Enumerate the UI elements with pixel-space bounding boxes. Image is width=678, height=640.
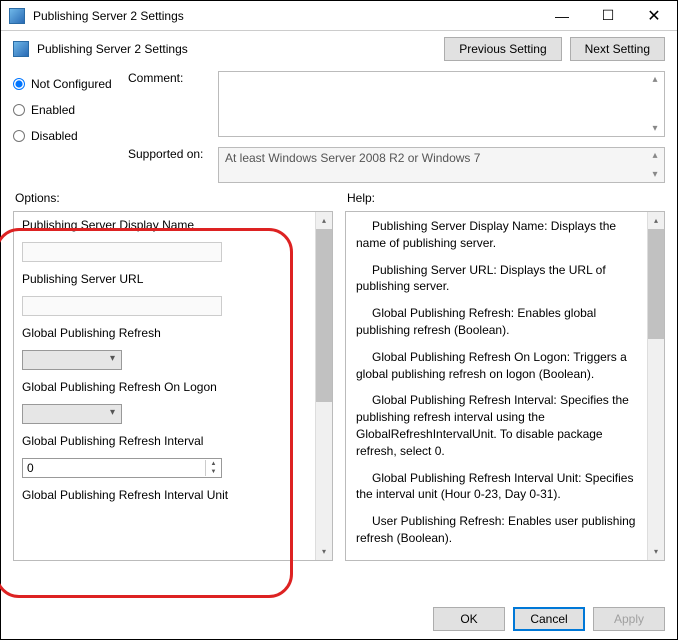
opt-global-refresh-interval-spinner[interactable]: 0 ▲ ▼: [22, 458, 222, 478]
titlebar: Publishing Server 2 Settings — ☐ ✕: [1, 1, 677, 31]
opt-global-refresh-interval-value: 0: [23, 461, 205, 475]
radio-disabled[interactable]: Disabled: [13, 129, 128, 143]
help-p6: Global Publishing Refresh Interval Unit:…: [356, 470, 637, 504]
cancel-button[interactable]: Cancel: [513, 607, 585, 631]
maximize-button[interactable]: ☐: [585, 1, 631, 31]
help-p3: Global Publishing Refresh: Enables globa…: [356, 305, 637, 339]
comment-scroll-down-icon[interactable]: ▾: [648, 123, 662, 134]
minimize-button[interactable]: —: [539, 1, 585, 31]
radio-enabled-input[interactable]: [13, 104, 25, 116]
supported-on-text: At least Windows Server 2008 R2 or Windo…: [225, 151, 480, 165]
opt-global-refresh-logon-combo[interactable]: [22, 404, 122, 424]
help-scrollbar[interactable]: ▴ ▾: [647, 212, 664, 560]
opt-display-name-label: Publishing Server Display Name: [22, 218, 307, 232]
spin-down-icon[interactable]: ▼: [206, 468, 221, 476]
ok-button[interactable]: OK: [433, 607, 505, 631]
supported-on-value: At least Windows Server 2008 R2 or Windo…: [218, 147, 665, 183]
help-scroll-down-icon[interactable]: ▾: [648, 543, 664, 560]
page-title: Publishing Server 2 Settings: [37, 42, 188, 56]
radio-not-configured[interactable]: Not Configured: [13, 77, 128, 91]
next-setting-button[interactable]: Next Setting: [570, 37, 665, 61]
options-scrollbar[interactable]: ▴ ▾: [315, 212, 332, 560]
help-p7: User Publishing Refresh: Enables user pu…: [356, 513, 637, 547]
radio-enabled-label: Enabled: [31, 103, 75, 117]
options-box: Publishing Server Display Name Publishin…: [13, 211, 333, 561]
opt-global-refresh-logon-label: Global Publishing Refresh On Logon: [22, 380, 307, 394]
dialog-footer: OK Cancel Apply: [1, 599, 677, 639]
supported-scroll-down-icon[interactable]: ▾: [648, 169, 662, 180]
opt-display-name-input[interactable]: [22, 242, 222, 262]
comment-label: Comment:: [128, 71, 208, 85]
previous-setting-button[interactable]: Previous Setting: [444, 37, 561, 61]
help-content: Publishing Server Display Name: Displays…: [346, 212, 647, 560]
opt-url-input[interactable]: [22, 296, 222, 316]
header-row: Publishing Server 2 Settings Previous Se…: [1, 31, 677, 71]
apply-button[interactable]: Apply: [593, 607, 665, 631]
comment-scroll-up-icon[interactable]: ▴: [648, 74, 662, 85]
supported-on-label: Supported on:: [128, 147, 208, 161]
radio-enabled[interactable]: Enabled: [13, 103, 128, 117]
radio-not-configured-label: Not Configured: [31, 77, 112, 91]
radio-not-configured-input[interactable]: [13, 78, 25, 90]
app-icon: [9, 8, 25, 24]
radio-disabled-label: Disabled: [31, 129, 78, 143]
help-box: Publishing Server Display Name: Displays…: [345, 211, 665, 561]
opt-global-refresh-interval-label: Global Publishing Refresh Interval: [22, 434, 307, 448]
comment-textarea[interactable]: ▴ ▾: [218, 71, 665, 137]
help-p2: Publishing Server URL: Displays the URL …: [356, 262, 637, 296]
close-button[interactable]: ✕: [631, 1, 677, 31]
options-pane-label: Options:: [13, 191, 333, 205]
help-pane-label: Help:: [345, 191, 665, 205]
window-title: Publishing Server 2 Settings: [33, 9, 184, 23]
policy-icon: [13, 41, 29, 57]
help-p5: Global Publishing Refresh Interval: Spec…: [356, 392, 637, 459]
radio-disabled-input[interactable]: [13, 130, 25, 142]
options-scroll-up-icon[interactable]: ▴: [316, 212, 332, 229]
options-scroll-down-icon[interactable]: ▾: [316, 543, 332, 560]
spin-up-icon[interactable]: ▲: [206, 460, 221, 468]
opt-url-label: Publishing Server URL: [22, 272, 307, 286]
opt-global-refresh-interval-unit-label: Global Publishing Refresh Interval Unit: [22, 488, 307, 502]
supported-scroll-up-icon[interactable]: ▴: [648, 150, 662, 161]
help-scroll-up-icon[interactable]: ▴: [648, 212, 664, 229]
opt-global-refresh-combo[interactable]: [22, 350, 122, 370]
help-p1: Publishing Server Display Name: Displays…: [356, 218, 637, 252]
help-p4: Global Publishing Refresh On Logon: Trig…: [356, 349, 637, 383]
opt-global-refresh-label: Global Publishing Refresh: [22, 326, 307, 340]
